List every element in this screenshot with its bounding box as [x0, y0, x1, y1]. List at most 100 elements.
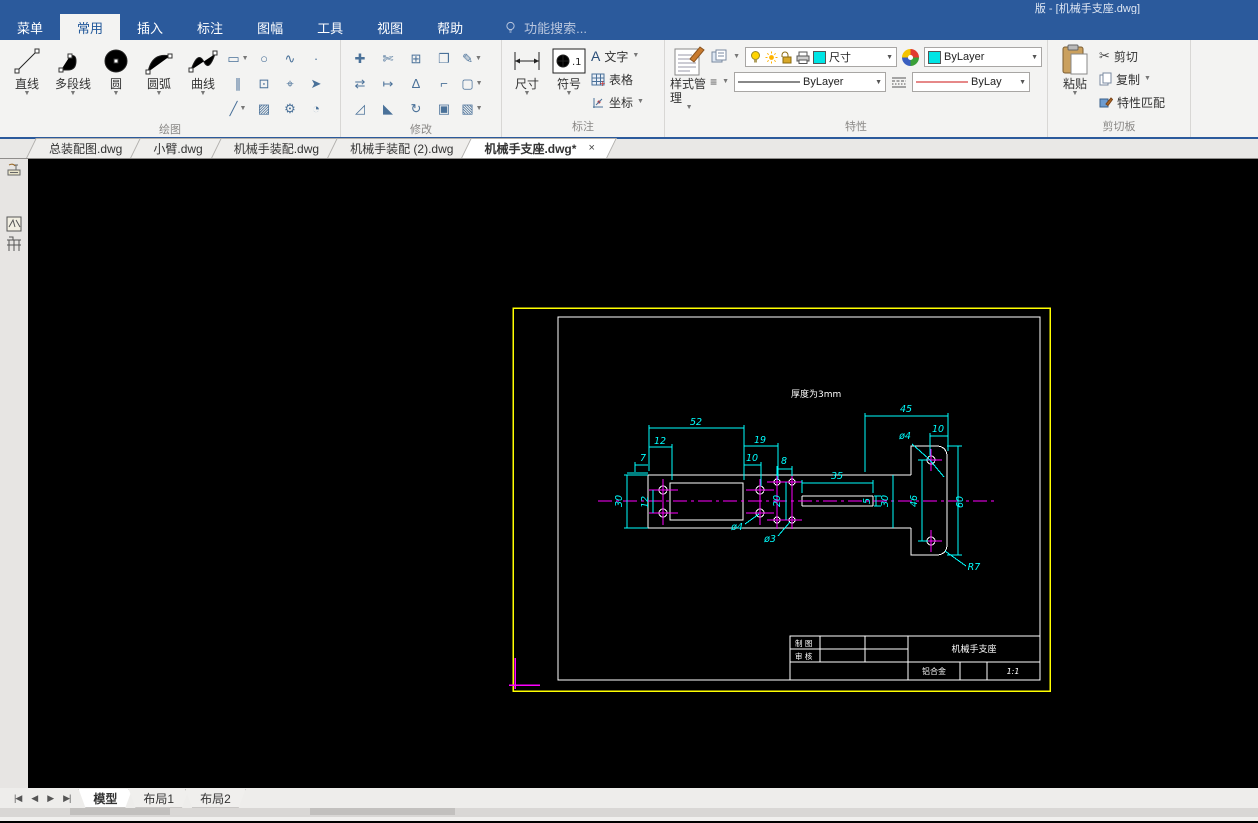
ellipse-icon[interactable]: ○ — [251, 46, 277, 71]
table-icon: + — [591, 73, 605, 86]
revision-cloud-icon[interactable]: ∿ — [277, 46, 303, 71]
pointer-arrow-icon[interactable]: ➤ — [303, 71, 329, 96]
fillet-icon[interactable]: ⌐ — [430, 71, 458, 96]
color-dropdown-arrow[interactable]: ▼ — [1028, 54, 1038, 61]
layout-tab-模型[interactable]: 模型 — [78, 789, 132, 808]
line-icon — [12, 44, 42, 77]
line-button[interactable]: 直线 ▼ — [5, 42, 49, 121]
dimension-label: 30 — [880, 495, 891, 507]
menu-tab-帮助[interactable]: 帮助 — [420, 14, 480, 40]
doc-tab-机械手装配 (2).dwg[interactable]: 机械手装配 (2).dwg — [330, 138, 473, 158]
layout-nav-first-icon[interactable]: |◀ — [14, 793, 22, 804]
menu-tab-视图[interactable]: 视图 — [360, 14, 420, 40]
symbol-button[interactable]: .1 符号 ▼ — [549, 42, 589, 118]
doc-tab-小臂.dwg[interactable]: 小臂.dwg — [133, 138, 222, 158]
doc-tab-机械手装配.dwg[interactable]: 机械手装配.dwg — [214, 138, 339, 158]
spline-button[interactable]: 曲线 ▼ — [183, 42, 223, 121]
layout-nav-next-icon[interactable]: ▶ — [47, 793, 54, 804]
style-manager-button[interactable]: 样式管理 ▼ — [670, 42, 708, 118]
dimstyle-sample — [916, 81, 969, 83]
dimension-label: 45 — [900, 404, 912, 415]
dimstyle-select[interactable]: ByLay ▼ — [912, 72, 1031, 92]
paste-button[interactable]: 粘贴 ▼ — [1053, 42, 1097, 118]
layout-tab-布局1[interactable]: 布局1 — [128, 789, 189, 808]
match-properties-button[interactable]: 特性匹配 — [1099, 92, 1165, 112]
text-button[interactable]: A 文字 ▼ — [591, 46, 644, 66]
layer-grid-icon[interactable] — [4, 214, 24, 234]
wipeout-icon[interactable]: ◔ — [303, 96, 329, 121]
region-icon[interactable]: ⊡ — [251, 71, 277, 96]
chamfer-icon[interactable]: ◣ — [374, 96, 402, 121]
panel-label-annotate: 标注 — [572, 121, 594, 133]
point-icon[interactable]: · — [303, 46, 329, 71]
panel-properties: 样式管理 ▼ ▼ 尺寸 ▼ ByLayer ▼ ≡ ▼ ByLayer ▼ By… — [665, 40, 1048, 137]
coordinate-button[interactable]: 坐标 ▼ — [591, 92, 644, 112]
linetype-manager-icon[interactable] — [891, 76, 907, 88]
arc-button[interactable]: 圆弧 ▼ — [137, 42, 181, 121]
doc-tab-总装配图.dwg[interactable]: 总装配图.dwg — [29, 138, 142, 158]
construction-line-icon[interactable]: ╱ ▼ — [225, 96, 251, 121]
parallel-lines-icon[interactable]: ∥ — [225, 71, 251, 96]
layout-nav-last-icon[interactable]: ▶| — [63, 793, 71, 804]
array-icon[interactable]: ⊞ — [402, 46, 430, 71]
lineweight-icon[interactable]: ≡ — [710, 75, 717, 89]
dimension-label: 46 — [909, 495, 920, 507]
polyline-button[interactable]: 多段线 ▼ — [51, 42, 95, 121]
3d-box-icon[interactable]: ▣ — [430, 96, 458, 121]
copy-button[interactable]: 复制 ▼ — [1099, 69, 1165, 89]
command-bar-edge — [0, 808, 1258, 821]
stretch-icon[interactable]: ⇄ — [346, 71, 374, 96]
function-search-label: 功能搜索... — [524, 20, 587, 36]
layer-dropdown-arrow[interactable]: ▼ — [883, 54, 893, 61]
layout-nav-prev-icon[interactable]: ◀ — [31, 793, 38, 804]
copy-window-icon[interactable]: ❐ — [430, 46, 458, 71]
dimstyle-dropdown-arrow[interactable]: ▼ — [1016, 79, 1026, 86]
extend-icon[interactable]: ↦ — [374, 71, 402, 96]
dimension-label: R7 — [968, 562, 981, 573]
drawing-canvas[interactable]: 制 图 审 核 机械手支座 铝合金 1:1 厚度为3mm 52 12 7 19 … — [0, 159, 1258, 788]
rotate-icon[interactable]: ↻ — [402, 96, 430, 121]
menu-tab-图幅[interactable]: 图幅 — [240, 14, 300, 40]
cut-button[interactable]: ✂ 剪切 — [1099, 46, 1165, 66]
layout-tab-布局2[interactable]: 布局2 — [185, 789, 246, 808]
panel-draw: 直线 ▼ 多段线 ▼ 圆 ▼ 圆弧 ▼ 曲线 ▼ ▭ ▼ ○ ∿ · ∥ ⊡ ⌖… — [0, 40, 341, 137]
move-icon[interactable]: ✚ — [346, 46, 374, 71]
menu-tab-菜单[interactable]: 菜单 — [0, 14, 60, 40]
layer-select[interactable]: 尺寸 ▼ — [745, 47, 897, 67]
linetype-dropdown-arrow[interactable]: ▼ — [872, 79, 882, 86]
titleblock-drafter-label: 制 图 — [795, 638, 812, 648]
hatch-icon[interactable]: ▨ — [251, 96, 277, 121]
table-frame-icon[interactable] — [4, 234, 24, 254]
close-tab-icon[interactable]: × — [588, 142, 594, 154]
mirror-icon[interactable]: ∆ — [402, 71, 430, 96]
dimension-button[interactable]: 尺寸 ▼ — [507, 42, 547, 118]
titleblock-checker-label: 审 核 — [795, 651, 813, 661]
rectangle-icon[interactable]: ▭ ▼ — [225, 46, 251, 71]
rectangle-edit-icon[interactable]: ▢ ▼ — [458, 71, 486, 96]
layer-translate-icon[interactable] — [710, 49, 728, 65]
plot-stamp-icon[interactable] — [4, 162, 24, 182]
table-button[interactable]: + 表格 — [591, 69, 644, 89]
menu-tab-常用[interactable]: 常用 — [60, 14, 121, 40]
gear-icon[interactable]: ⚙ — [277, 96, 303, 121]
dimension-label: 60 — [955, 496, 966, 508]
dimension-label: 7 — [640, 453, 646, 464]
bolt-icon[interactable]: ⌖ — [277, 71, 303, 96]
offset-icon[interactable]: ◿ — [346, 96, 374, 121]
menu-tab-标注[interactable]: 标注 — [180, 14, 240, 40]
menu-tab-工具[interactable]: 工具 — [300, 14, 360, 40]
color-wheel-icon[interactable] — [902, 48, 919, 66]
menu-tab-插入[interactable]: 插入 — [120, 14, 180, 40]
hatch-edit-icon[interactable]: ▧ ▼ — [458, 96, 486, 121]
circle-button[interactable]: 圆 ▼ — [97, 42, 135, 121]
trim-icon[interactable]: ✄ — [374, 46, 402, 71]
edit-pencil-icon[interactable]: ✎ ▼ — [458, 46, 486, 71]
sun-icon — [765, 51, 778, 63]
dimension-label: 12 — [640, 496, 651, 508]
color-select[interactable]: ByLayer ▼ — [924, 47, 1042, 67]
doc-tab-机械手支座.dwg[interactable]: 机械手支座.dwg* × — [464, 138, 614, 158]
linetype-select[interactable]: ByLayer ▼ — [734, 72, 887, 92]
function-search[interactable]: 功能搜索... — [504, 14, 587, 40]
polyline-icon — [58, 44, 88, 77]
dimension-label: 19 — [754, 435, 766, 446]
